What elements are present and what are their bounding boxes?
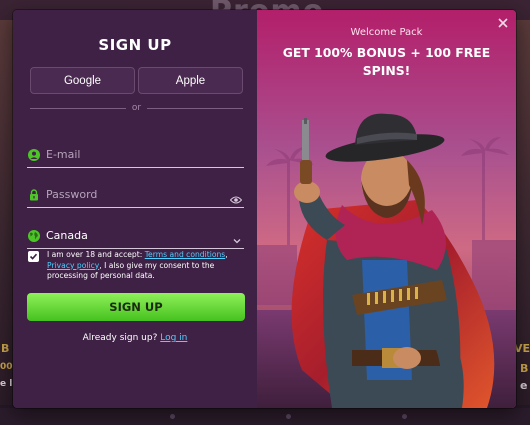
- consent-comma: ,: [225, 250, 228, 259]
- eye-icon[interactable]: [229, 190, 243, 203]
- password-input[interactable]: [46, 188, 230, 201]
- signup-button[interactable]: SIGN UP: [27, 293, 245, 321]
- consent-prefix: I am over 18 and accept:: [47, 250, 145, 259]
- promo-panel: Welcome Pack GET 100% BONUS + 100 FREE S…: [257, 10, 516, 408]
- already-text: Already sign up?: [82, 333, 158, 343]
- close-icon[interactable]: [496, 15, 510, 29]
- login-link[interactable]: Log in: [160, 333, 187, 343]
- google-signup-button[interactable]: Google: [30, 67, 135, 94]
- consent-text: I am over 18 and accept: Terms and condi…: [47, 250, 246, 282]
- background-left-text-3: e l: [0, 379, 13, 389]
- background-footer-strip: [0, 408, 530, 425]
- background-right-text-2: B: [520, 362, 529, 375]
- email-input[interactable]: [46, 148, 244, 161]
- or-divider: or: [30, 103, 243, 113]
- divider-line: [30, 107, 126, 109]
- signup-form-panel: SIGN UP Google Apple or E-mail Canada I …: [13, 10, 257, 408]
- background-dot: [286, 414, 291, 419]
- bonus-headline: GET 100% BONUS + 100 FREE SPINS!: [282, 45, 491, 78]
- divider-line: [147, 107, 243, 109]
- terms-link[interactable]: Terms and conditions: [145, 250, 226, 259]
- globe-icon: [28, 229, 40, 242]
- background-right-text-3: e: [520, 379, 528, 392]
- background-right-text-1: VE: [514, 342, 530, 355]
- consent-checkbox[interactable]: [28, 251, 39, 262]
- privacy-policy-link[interactable]: Privacy policy: [47, 261, 99, 270]
- consent-row: I am over 18 and accept: Terms and condi…: [28, 250, 246, 282]
- country-select[interactable]: Canada: [27, 223, 244, 249]
- welcome-pack-label: Welcome Pack: [350, 27, 423, 38]
- background-dot: [402, 414, 407, 419]
- or-text: or: [131, 103, 142, 113]
- signup-modal: SIGN UP Google Apple or E-mail Canada I …: [13, 10, 516, 408]
- background-left-text-1: B: [1, 342, 10, 355]
- check-icon: [29, 253, 38, 260]
- email-field[interactable]: [27, 142, 244, 168]
- form-title: SIGN UP: [98, 36, 172, 54]
- password-field[interactable]: [27, 182, 244, 208]
- apple-signup-button[interactable]: Apple: [138, 67, 243, 94]
- already-signed-up: Already sign up? Log in: [13, 333, 257, 343]
- lock-icon: [28, 188, 40, 201]
- user-icon: [28, 148, 40, 161]
- chevron-down-icon[interactable]: [232, 231, 242, 243]
- social-login-row: Google Apple: [30, 67, 243, 94]
- background-dot: [170, 414, 175, 419]
- country-value: Canada: [46, 229, 88, 242]
